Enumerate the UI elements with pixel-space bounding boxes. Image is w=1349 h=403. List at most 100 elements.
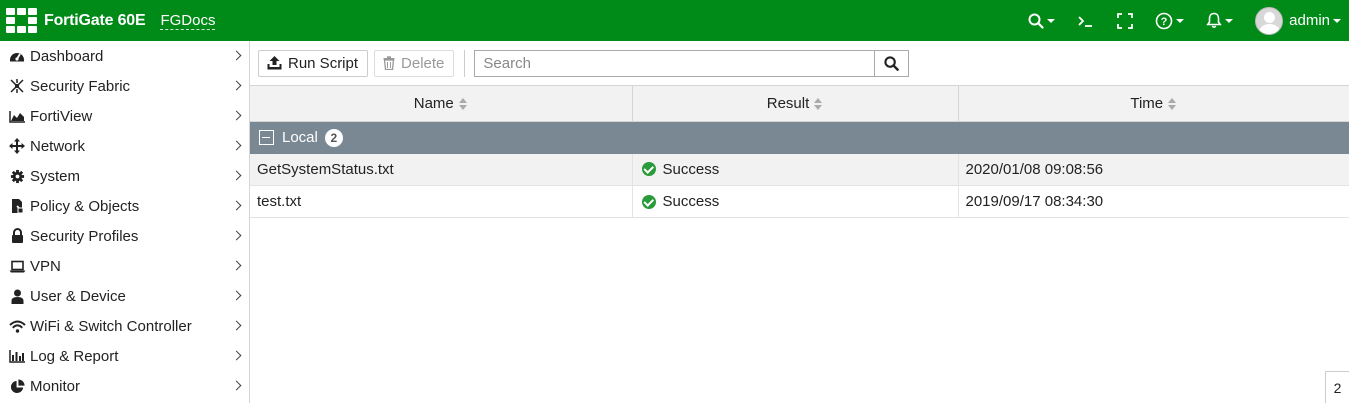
notifications-dropdown[interactable] (1206, 12, 1234, 29)
chevron-right-icon (231, 260, 242, 271)
chevron-right-icon (231, 230, 242, 241)
cell-time: 2019/09/17 08:34:30 (958, 185, 1349, 218)
sidebar-item-label: User & Device (30, 287, 126, 305)
cell-name: test.txt (250, 185, 633, 218)
run-script-label: Run Script (288, 54, 359, 72)
security-fabric-icon (8, 78, 26, 94)
sort-icon (814, 97, 823, 111)
cli-console-button[interactable] (1077, 14, 1095, 28)
sidebar-item-dashboard[interactable]: Dashboard (0, 41, 249, 71)
sidebar-item-label: Policy & Objects (30, 197, 140, 215)
table-row[interactable]: test.txt Success 2019/09/17 08:34:30 (250, 185, 1349, 218)
sidebar: Dashboard Security Fabric FortiView Netw… (0, 41, 250, 403)
main-content: Run Script Delete Name Result Ti (250, 41, 1349, 403)
sidebar-item-security-profiles[interactable]: Security Profiles (0, 221, 249, 251)
sidebar-item-label: WiFi & Switch Controller (30, 317, 192, 335)
success-check-icon (641, 194, 656, 209)
cell-name: GetSystemStatus.txt (250, 153, 633, 186)
success-check-icon (641, 162, 656, 177)
group-count-badge: 2 (324, 128, 343, 147)
lock-icon (8, 228, 26, 244)
cell-time: 2020/01/08 09:08:56 (958, 153, 1349, 186)
table-row[interactable]: GetSystemStatus.txt Success 2020/01/08 0… (250, 153, 1349, 186)
sidebar-item-system[interactable]: System (0, 161, 249, 191)
help-icon: ? (1155, 12, 1173, 29)
toolbar-divider (464, 49, 466, 77)
hostname-link[interactable]: FGDocs (160, 12, 216, 30)
sort-icon (1168, 97, 1177, 111)
column-header-label: Time (1130, 95, 1164, 112)
search-box (474, 49, 910, 77)
sidebar-item-log-report[interactable]: Log & Report (0, 341, 249, 371)
pie-chart-icon (8, 378, 26, 394)
chevron-right-icon (231, 50, 242, 61)
notification-bell-icon (1206, 12, 1222, 29)
sidebar-item-fortiview[interactable]: FortiView (0, 101, 249, 131)
bar-chart-icon (8, 348, 26, 364)
gear-icon (8, 168, 26, 184)
chevron-right-icon (231, 170, 242, 181)
product-name: FortiGate 60E (44, 11, 146, 29)
sidebar-item-label: System (30, 167, 81, 185)
delete-label: Delete (401, 54, 445, 72)
collapse-icon[interactable] (259, 130, 274, 146)
sidebar-item-label: Log & Report (30, 347, 119, 365)
sidebar-item-label: Security Fabric (30, 77, 131, 95)
sidebar-item-wifi-switch-controller[interactable]: WiFi & Switch Controller (0, 311, 249, 341)
fortinet-logo-icon (6, 8, 38, 34)
total-count: 2 (1325, 371, 1349, 403)
delete-button[interactable]: Delete (374, 49, 455, 77)
cli-console-icon (1078, 15, 1093, 27)
search-dropdown[interactable] (1028, 13, 1056, 29)
sidebar-item-label: VPN (30, 257, 61, 275)
svg-text:?: ? (1161, 16, 1168, 28)
sidebar-item-vpn[interactable]: VPN (0, 251, 249, 281)
search-input[interactable] (474, 49, 876, 77)
user-icon (8, 288, 26, 304)
chevron-right-icon (231, 140, 242, 151)
result-text: Success (662, 193, 720, 210)
sidebar-item-network[interactable]: Network (0, 131, 249, 161)
search-icon (884, 55, 900, 71)
chevron-right-icon (231, 200, 242, 211)
user-menu[interactable]: admin (1255, 6, 1341, 35)
column-header-label: Result (766, 95, 810, 112)
group-row-local[interactable]: Local 2 (250, 121, 1349, 154)
sidebar-item-label: Monitor (30, 377, 81, 395)
fullscreen-icon (1117, 12, 1134, 29)
laptop-icon (8, 258, 26, 274)
user-name: admin (1289, 12, 1330, 29)
chevron-right-icon (231, 110, 242, 121)
sidebar-item-monitor[interactable]: Monitor (0, 371, 249, 401)
fullscreen-button[interactable] (1117, 12, 1134, 29)
sidebar-item-user-device[interactable]: User & Device (0, 281, 249, 311)
sidebar-item-label: Security Profiles (30, 227, 139, 245)
group-label: Local (282, 129, 318, 147)
chevron-right-icon (231, 380, 242, 391)
cell-result: Success (632, 185, 959, 218)
chevron-right-icon (231, 290, 242, 301)
toolbar: Run Script Delete (250, 41, 1349, 85)
search-button[interactable] (875, 49, 910, 77)
chevron-right-icon (231, 320, 242, 331)
help-dropdown[interactable]: ? (1155, 12, 1185, 30)
column-header-name[interactable]: Name (250, 85, 633, 122)
sidebar-item-label: Dashboard (30, 47, 104, 65)
wifi-icon (8, 318, 26, 334)
column-header-result[interactable]: Result (632, 85, 959, 122)
user-avatar-icon (1255, 6, 1284, 35)
fortiview-icon (8, 108, 26, 124)
chevron-right-icon (231, 350, 242, 361)
trash-icon (383, 56, 395, 70)
dashboard-icon (8, 48, 26, 64)
run-script-button[interactable]: Run Script (258, 49, 369, 77)
sidebar-item-policy-objects[interactable]: Policy & Objects (0, 191, 249, 221)
sort-icon (458, 97, 468, 111)
policy-icon (8, 198, 26, 214)
scripts-table: Name Result Time Local 2 GetSystemStatus… (250, 85, 1349, 218)
top-bar: FortiGate 60E FGDocs ? admin (0, 0, 1349, 41)
search-icon (1028, 13, 1044, 29)
column-header-time[interactable]: Time (958, 85, 1349, 122)
sidebar-item-security-fabric[interactable]: Security Fabric (0, 71, 249, 101)
sidebar-item-label: Network (30, 137, 86, 155)
